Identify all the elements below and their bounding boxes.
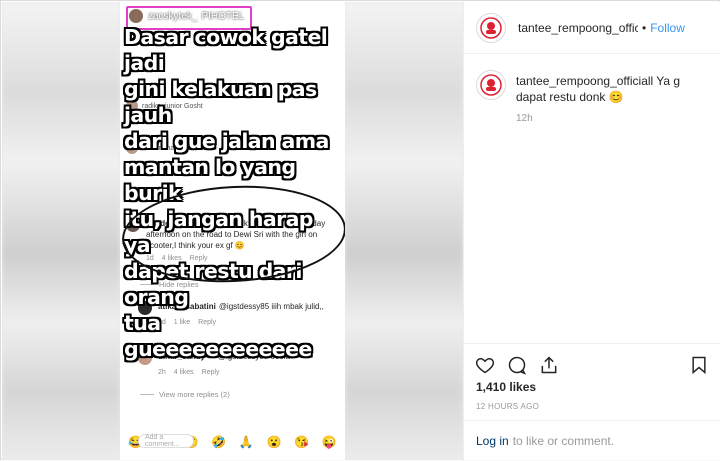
caption-text: tantee_rempoong_officiall Ya g dapat rest… — [516, 73, 712, 105]
story-header-user: zacskytek_ — [148, 10, 198, 22]
share-icon[interactable] — [538, 354, 560, 376]
post-header: tantee_rempoong_officiall • Follow — [464, 2, 720, 54]
caption-username[interactable]: tantee_rempoong_officiall — [516, 74, 653, 88]
story-header-location: PIHOTEL — [201, 10, 245, 22]
story-screenshot: zacskytek_ PIHOTEL radika_junior Gosht k… — [120, 2, 345, 460]
post-username[interactable]: tantee_rempoong_officiall — [518, 21, 638, 35]
view-more-replies: View more replies (2) — [140, 390, 230, 399]
emoji-item: 🤣 — [211, 435, 227, 449]
emoji-item: 😘 — [294, 435, 310, 449]
emoji-item: 🙏 — [238, 435, 254, 449]
comment-meta: 2h 4 likes Reply — [158, 369, 338, 376]
bookmark-icon[interactable] — [688, 354, 710, 376]
caption-time: 12h — [516, 113, 533, 124]
comment-icon[interactable] — [506, 354, 528, 376]
story-header: zacskytek_ PIHOTEL — [128, 8, 244, 24]
heart-icon[interactable] — [474, 354, 496, 376]
follow-button[interactable]: Follow — [650, 21, 685, 35]
separator-dot: • — [642, 20, 647, 35]
post-modal: zacskytek_ PIHOTEL radika_junior Gosht k… — [0, 0, 720, 461]
likes-count[interactable]: 1,410 likes — [476, 380, 536, 394]
comment-likes: 4 likes — [173, 369, 194, 376]
post-timestamp: 12 HOURS AGO — [476, 402, 540, 411]
action-bar — [464, 343, 720, 383]
post-image[interactable]: zacskytek_ PIHOTEL radika_junior Gosht k… — [2, 2, 463, 460]
profile-logo-icon — [480, 74, 502, 96]
avatar[interactable] — [476, 12, 506, 43]
emoji-item: 😜 — [321, 435, 337, 449]
blurred-background-left — [2, 2, 120, 460]
login-link[interactable]: Log in — [476, 434, 509, 448]
login-prompt: Log in to like or comment. — [464, 420, 720, 460]
comment-placeholder: Add a comment... — [138, 434, 194, 448]
emoji-bar: 😂 😍 😢 🤣 🙏 😮 😘 😜 Add a comment... — [120, 424, 345, 460]
comment-time: 2h — [158, 369, 166, 376]
caption: tantee_rempoong_officiall Ya g dapat rest… — [476, 70, 712, 105]
avatar[interactable] — [476, 70, 506, 100]
login-suffix: to like or comment. — [512, 433, 615, 448]
blurred-background-right — [345, 2, 463, 460]
avatar — [128, 8, 144, 24]
post-sidebar: tantee_rempoong_officiall • Follow tante… — [464, 2, 720, 460]
emoji-item: 😮 — [266, 435, 282, 449]
reply-link: Reply — [201, 369, 220, 376]
profile-logo-icon — [480, 16, 502, 39]
